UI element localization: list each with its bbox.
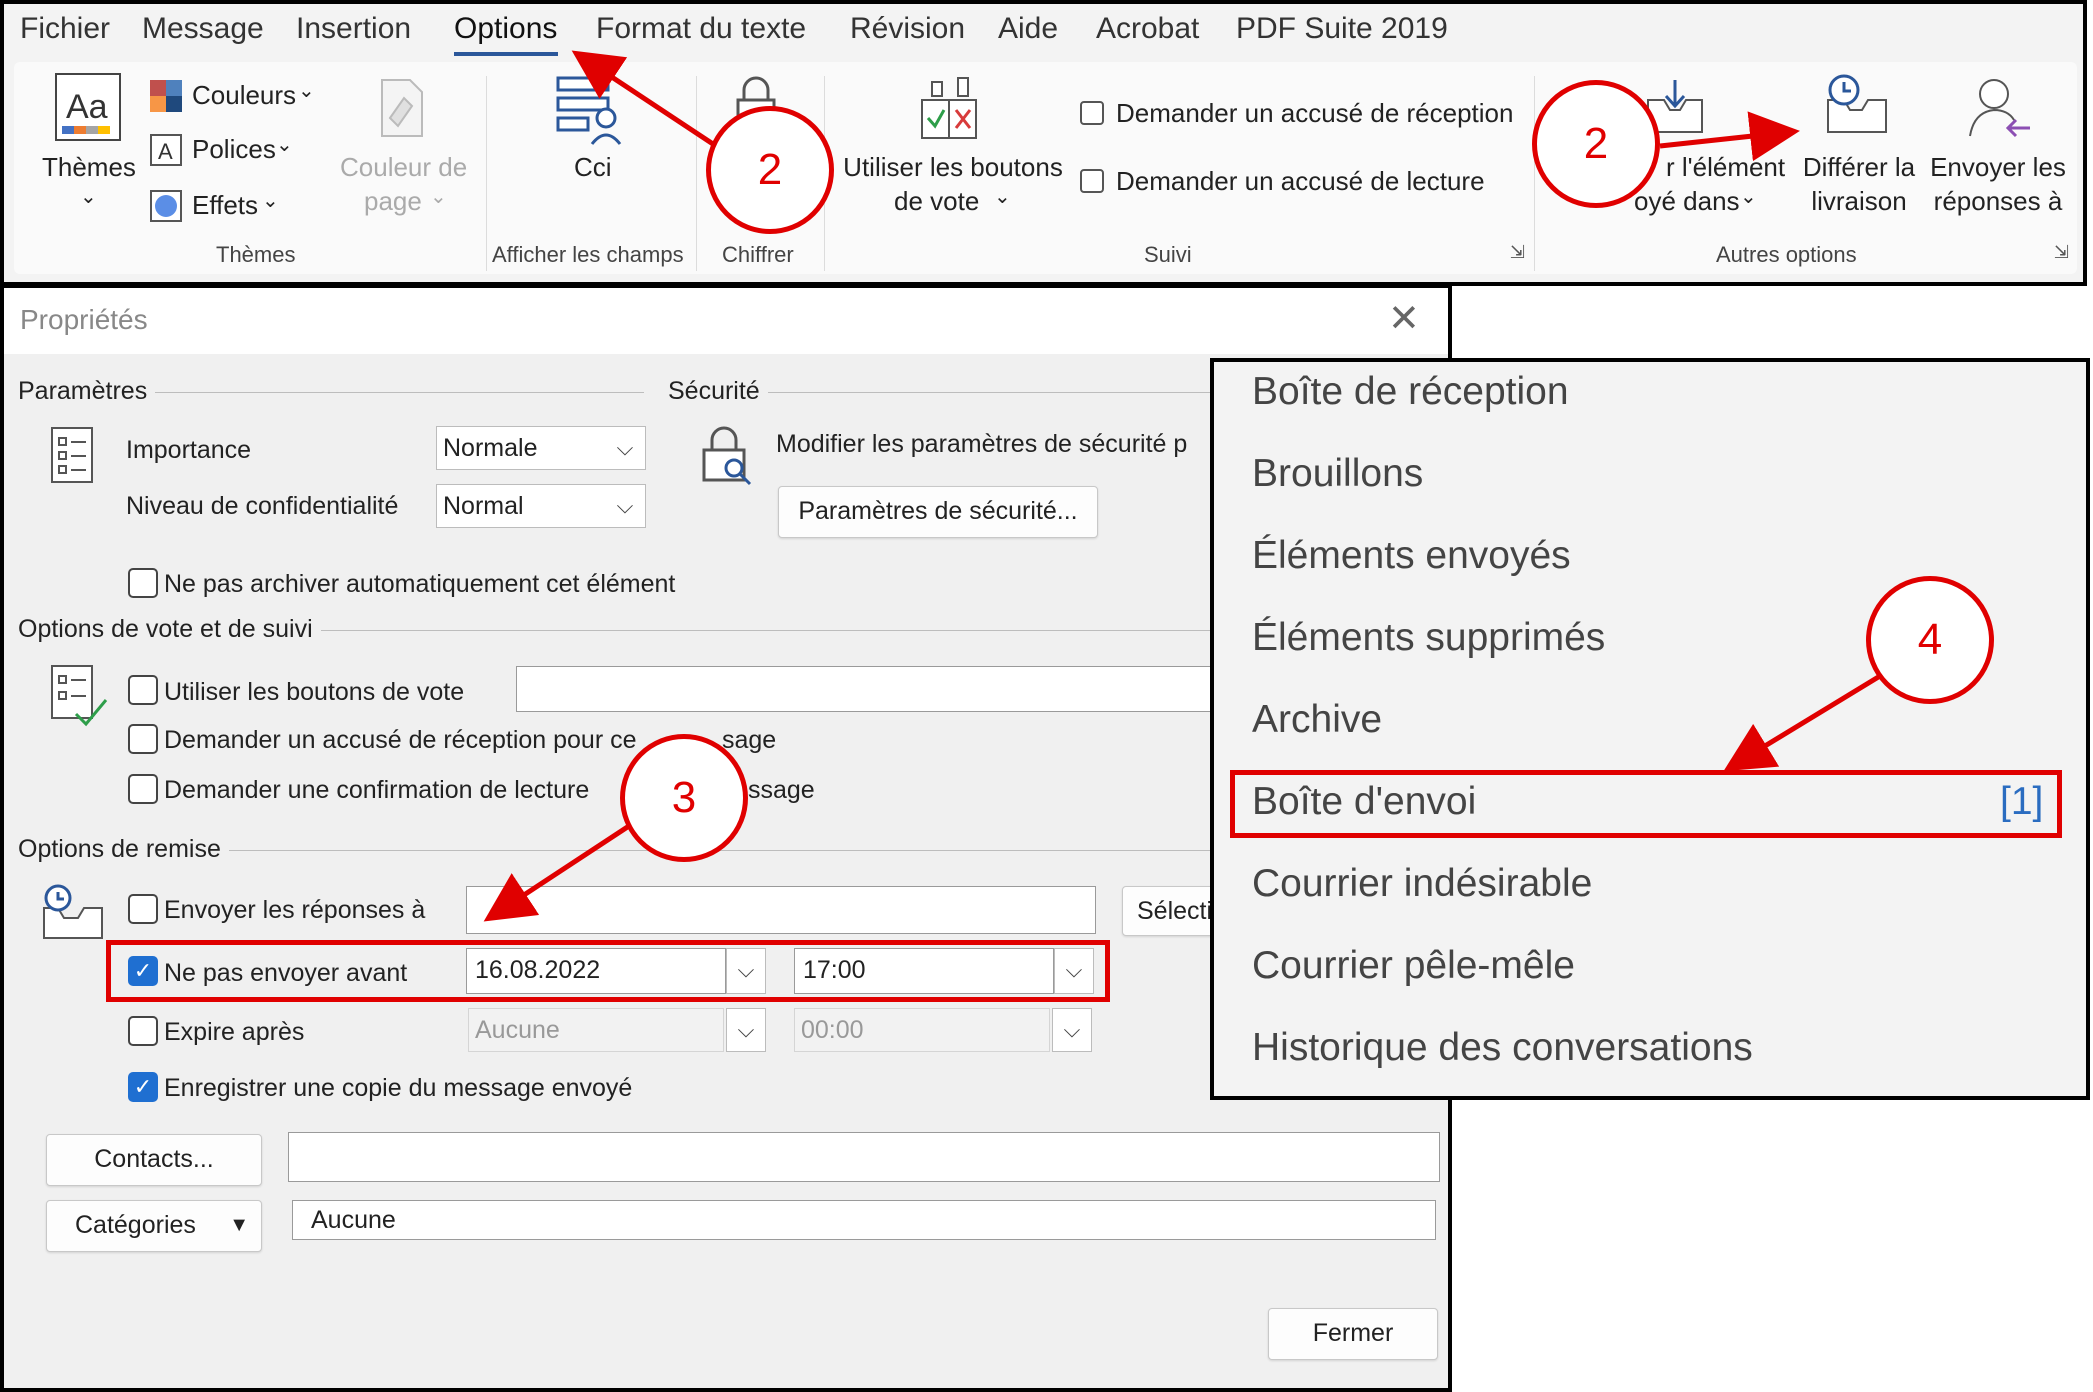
arrow-to-delay-delivery bbox=[1659, 111, 1800, 162]
step-badge: 2 bbox=[706, 106, 834, 234]
annotation-arrows bbox=[483, 50, 1882, 922]
arrow-to-options-tab bbox=[571, 50, 718, 149]
arrow-to-outbox bbox=[1723, 673, 1882, 772]
step-badge: 3 bbox=[620, 734, 748, 862]
step-badge: 2 bbox=[1532, 80, 1660, 208]
highlight-deliver-before bbox=[106, 940, 1110, 1002]
arrow-to-deliver-before bbox=[483, 821, 634, 922]
highlight-outbox bbox=[1230, 770, 2062, 838]
step-badge: 4 bbox=[1866, 576, 1994, 704]
